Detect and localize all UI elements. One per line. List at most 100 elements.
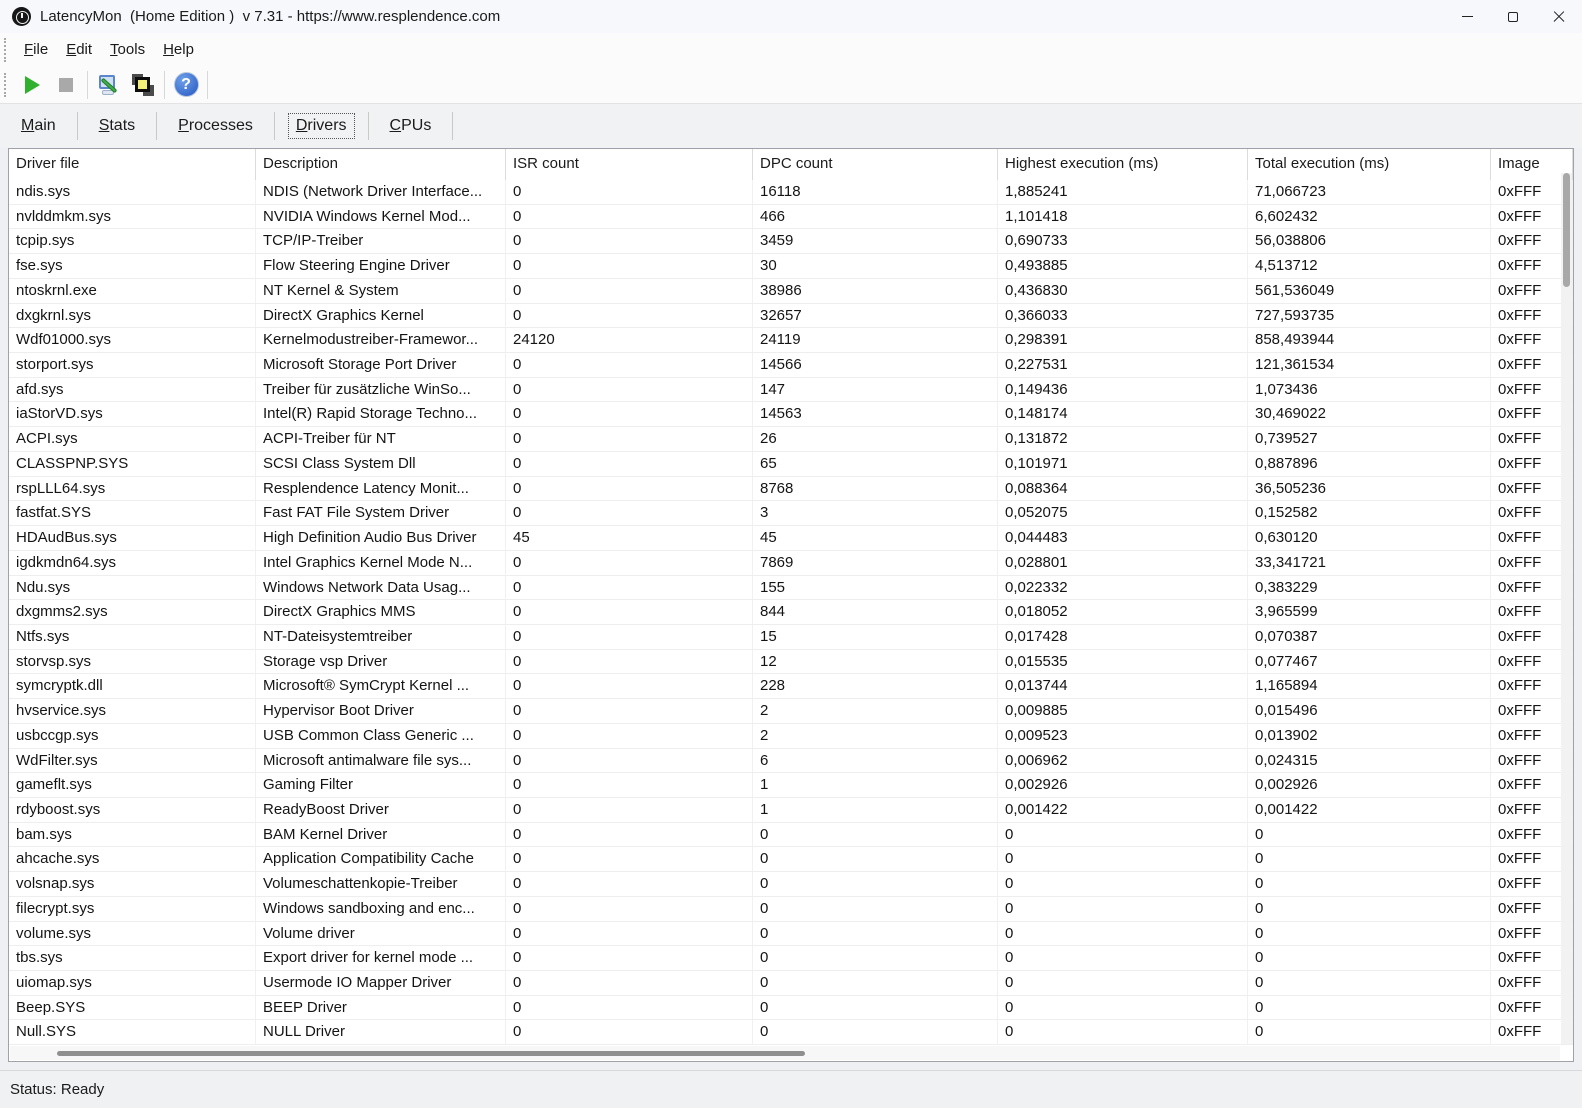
table-row[interactable]: bam.sys BAM Kernel Driver 0 0 0 0 0xFFF bbox=[9, 823, 1573, 848]
table-row[interactable]: rspLLL64.sys Resplendence Latency Monit.… bbox=[9, 477, 1573, 502]
menu-file[interactable]: File bbox=[15, 37, 57, 62]
tab-stats[interactable]: Stats bbox=[92, 114, 142, 138]
minimize-button[interactable] bbox=[1444, 0, 1490, 33]
cell-driver-file: Ntfs.sys bbox=[9, 625, 256, 649]
cell-dpc-count: 155 bbox=[753, 576, 998, 600]
cell-highest-execution: 0 bbox=[998, 847, 1248, 871]
cell-highest-execution: 0,436830 bbox=[998, 279, 1248, 303]
table-row[interactable]: HDAudBus.sys High Definition Audio Bus D… bbox=[9, 526, 1573, 551]
table-row[interactable]: ahcache.sys Application Compatibility Ca… bbox=[9, 847, 1573, 872]
cell-total-execution: 727,593735 bbox=[1248, 304, 1491, 328]
cell-isr-count: 0 bbox=[506, 279, 753, 303]
column-header-total-execution[interactable]: Total execution (ms) bbox=[1248, 149, 1491, 180]
table-row[interactable]: fastfat.SYS Fast FAT File System Driver … bbox=[9, 501, 1573, 526]
cell-total-execution: 0 bbox=[1248, 872, 1491, 896]
table-row[interactable]: fse.sys Flow Steering Engine Driver 0 30… bbox=[9, 254, 1573, 279]
tab-cpus[interactable]: CPUs bbox=[383, 114, 439, 138]
cell-total-execution: 0 bbox=[1248, 946, 1491, 970]
table-row[interactable]: iaStorVD.sys Intel(R) Rapid Storage Tech… bbox=[9, 402, 1573, 427]
table-row[interactable]: nvlddmkm.sys NVIDIA Windows Kernel Mod..… bbox=[9, 205, 1573, 230]
table-row[interactable]: tbs.sys Export driver for kernel mode ..… bbox=[9, 946, 1573, 971]
horizontal-scrollbar[interactable] bbox=[10, 1046, 1560, 1060]
cell-driver-file: Ndu.sys bbox=[9, 576, 256, 600]
cell-description: DirectX Graphics MMS bbox=[256, 600, 506, 624]
menubar-gripper[interactable] bbox=[4, 38, 9, 62]
table-row[interactable]: volume.sys Volume driver 0 0 0 0 0xFFF bbox=[9, 922, 1573, 947]
cell-highest-execution: 0 bbox=[998, 1020, 1248, 1044]
table-row[interactable]: volsnap.sys Volumeschattenkopie-Treiber … bbox=[9, 872, 1573, 897]
drivers-table: Driver file Description ISR count DPC co… bbox=[8, 148, 1574, 1062]
cell-isr-count: 0 bbox=[506, 378, 753, 402]
table-row[interactable]: afd.sys Treiber für zusätzliche WinSo...… bbox=[9, 378, 1573, 403]
cell-description: Microsoft Storage Port Driver bbox=[256, 353, 506, 377]
menu-edit[interactable]: Edit bbox=[57, 37, 101, 62]
table-row[interactable]: ndis.sys NDIS (Network Driver Interface.… bbox=[9, 180, 1573, 205]
cell-driver-file: fastfat.SYS bbox=[9, 501, 256, 525]
close-button[interactable] bbox=[1536, 0, 1582, 33]
column-header-dpc-count[interactable]: DPC count bbox=[753, 149, 998, 180]
table-row[interactable]: igdkmdn64.sys Intel Graphics Kernel Mode… bbox=[9, 551, 1573, 576]
maximize-button[interactable] bbox=[1490, 0, 1536, 33]
table-row[interactable]: Ndu.sys Windows Network Data Usag... 0 1… bbox=[9, 576, 1573, 601]
cell-highest-execution: 0,022332 bbox=[998, 576, 1248, 600]
toolbar-gripper[interactable] bbox=[4, 73, 9, 97]
table-row[interactable]: gameflt.sys Gaming Filter 0 1 0,002926 0… bbox=[9, 773, 1573, 798]
table-row[interactable]: Null.SYS NULL Driver 0 0 0 0 0xFFF bbox=[9, 1020, 1573, 1045]
cell-driver-file: CLASSPNP.SYS bbox=[9, 452, 256, 476]
help-button[interactable]: ? bbox=[169, 70, 203, 100]
cell-description: Volume driver bbox=[256, 922, 506, 946]
cell-highest-execution: 0,227531 bbox=[998, 353, 1248, 377]
table-row[interactable]: dxgkrnl.sys DirectX Graphics Kernel 0 32… bbox=[9, 304, 1573, 329]
table-row[interactable]: dxgmms2.sys DirectX Graphics MMS 0 844 0… bbox=[9, 600, 1573, 625]
tab-main[interactable]: Main bbox=[14, 114, 63, 138]
cell-highest-execution: 0,044483 bbox=[998, 526, 1248, 550]
cell-total-execution: 0,739527 bbox=[1248, 427, 1491, 451]
stop-monitor-button[interactable] bbox=[49, 70, 83, 100]
table-row[interactable]: WdFilter.sys Microsoft antimalware file … bbox=[9, 749, 1573, 774]
table-row[interactable]: uiomap.sys Usermode IO Mapper Driver 0 0… bbox=[9, 971, 1573, 996]
tab-processes[interactable]: Processes bbox=[171, 114, 260, 138]
menu-tools[interactable]: Tools bbox=[101, 37, 154, 62]
menu-bar: File Edit Tools Help bbox=[0, 33, 1582, 66]
cell-dpc-count: 0 bbox=[753, 996, 998, 1020]
column-header-highest-execution[interactable]: Highest execution (ms) bbox=[998, 149, 1248, 180]
cell-isr-count: 0 bbox=[506, 699, 753, 723]
tab-separator bbox=[452, 112, 453, 140]
column-header-driver-file[interactable]: Driver file bbox=[9, 149, 256, 180]
help-icon: ? bbox=[174, 72, 199, 97]
table-row[interactable]: usbccgp.sys USB Common Class Generic ...… bbox=[9, 724, 1573, 749]
table-row[interactable]: hvservice.sys Hypervisor Boot Driver 0 2… bbox=[9, 699, 1573, 724]
column-header-isr-count[interactable]: ISR count bbox=[506, 149, 753, 180]
start-monitor-button[interactable] bbox=[15, 70, 49, 100]
vertical-scrollbar-thumb[interactable] bbox=[1563, 173, 1570, 287]
table-row[interactable]: Wdf01000.sys Kernelmodustreiber-Framewor… bbox=[9, 328, 1573, 353]
title-bar: LatencyMon (Home Edition ) v 7.31 - http… bbox=[0, 0, 1582, 33]
table-row[interactable]: storvsp.sys Storage vsp Driver 0 12 0,01… bbox=[9, 650, 1573, 675]
cell-total-execution: 0,024315 bbox=[1248, 749, 1491, 773]
table-row[interactable]: storport.sys Microsoft Storage Port Driv… bbox=[9, 353, 1573, 378]
tab-separator bbox=[274, 112, 275, 140]
analyze-button[interactable] bbox=[92, 70, 126, 100]
cell-driver-file: volume.sys bbox=[9, 922, 256, 946]
app-clock-icon bbox=[12, 7, 31, 26]
tab-drivers[interactable]: Drivers bbox=[289, 114, 354, 138]
cell-isr-count: 0 bbox=[506, 674, 753, 698]
cell-total-execution: 0 bbox=[1248, 922, 1491, 946]
windows-report-button[interactable] bbox=[126, 70, 160, 100]
cell-total-execution: 36,505236 bbox=[1248, 477, 1491, 501]
cell-highest-execution: 0,013744 bbox=[998, 674, 1248, 698]
table-row[interactable]: filecrypt.sys Windows sandboxing and enc… bbox=[9, 897, 1573, 922]
table-row[interactable]: Beep.SYS BEEP Driver 0 0 0 0 0xFFF bbox=[9, 996, 1573, 1021]
column-header-description[interactable]: Description bbox=[256, 149, 506, 180]
table-row[interactable]: ACPI.sys ACPI-Treiber für NT 0 26 0,1318… bbox=[9, 427, 1573, 452]
horizontal-scrollbar-thumb[interactable] bbox=[57, 1051, 805, 1056]
table-row[interactable]: ntoskrnl.exe NT Kernel & System 0 38986 … bbox=[9, 279, 1573, 304]
table-row[interactable]: CLASSPNP.SYS SCSI Class System Dll 0 65 … bbox=[9, 452, 1573, 477]
table-row[interactable]: tcpip.sys TCP/IP-Treiber 0 3459 0,690733… bbox=[9, 229, 1573, 254]
table-row[interactable]: rdyboost.sys ReadyBoost Driver 0 1 0,001… bbox=[9, 798, 1573, 823]
menu-help[interactable]: Help bbox=[154, 37, 203, 62]
vertical-scrollbar[interactable] bbox=[1561, 173, 1572, 1044]
cell-highest-execution: 0,018052 bbox=[998, 600, 1248, 624]
table-row[interactable]: Ntfs.sys NT-Dateisystemtreiber 0 15 0,01… bbox=[9, 625, 1573, 650]
table-row[interactable]: symcryptk.dll Microsoft® SymCrypt Kernel… bbox=[9, 674, 1573, 699]
